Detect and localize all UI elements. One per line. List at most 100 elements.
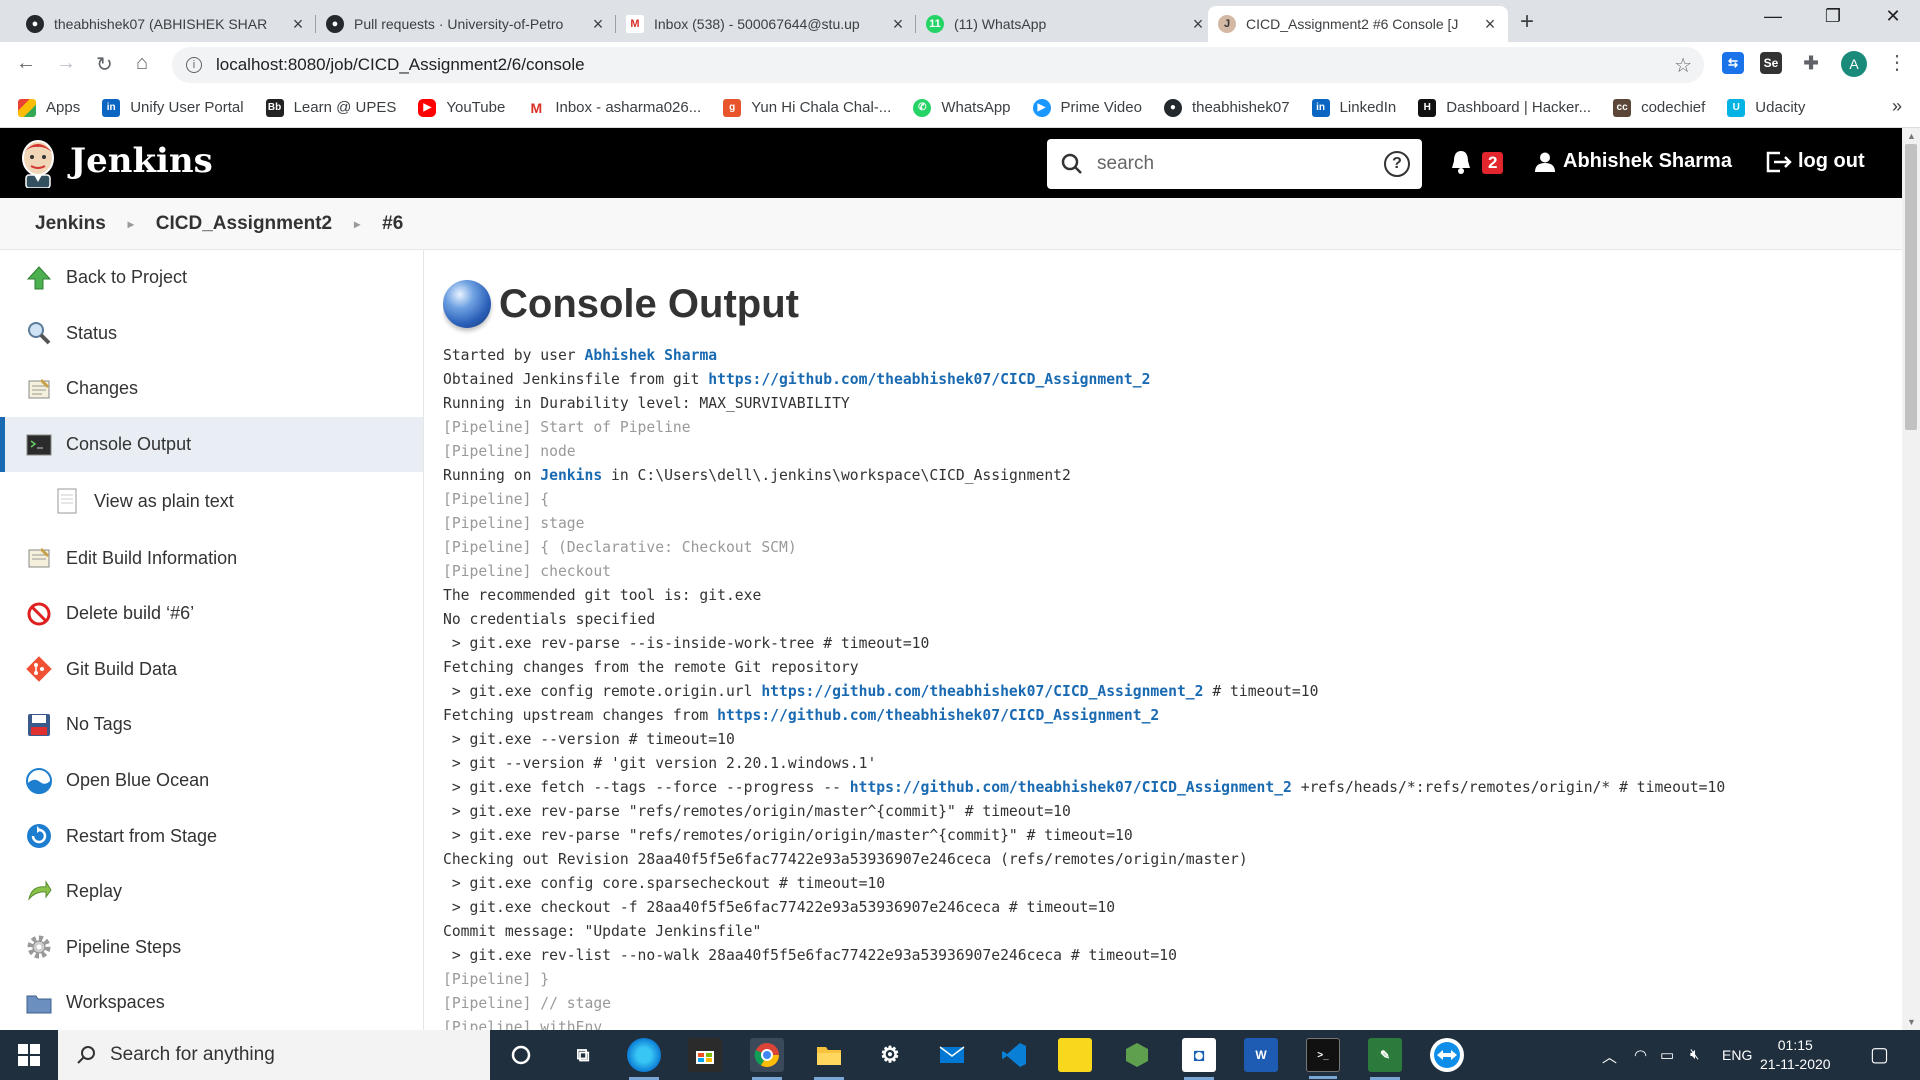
bookmark-star-icon[interactable]: ☆	[1674, 53, 1692, 78]
word-icon[interactable]: W	[1244, 1038, 1278, 1072]
show-hidden-icons-icon[interactable]: ︿	[1602, 1046, 1617, 1067]
windows-start-icon[interactable]	[18, 1044, 40, 1066]
minimize-icon[interactable]: —	[1750, 6, 1796, 27]
mail-icon[interactable]	[935, 1038, 969, 1072]
system-clock[interactable]: 01:15 21-11-2020	[1760, 1036, 1831, 1074]
sidebar-item-pipeline-steps[interactable]: Pipeline Steps	[0, 920, 423, 976]
nodejs-icon[interactable]	[1120, 1038, 1154, 1072]
scrollbar-thumb[interactable]	[1905, 144, 1917, 430]
sidebar-item-no-tags[interactable]: No Tags	[0, 697, 423, 753]
new-tab-button[interactable]: +	[1520, 8, 1534, 36]
sidebar-item-restart-from-stage[interactable]: Restart from Stage	[0, 808, 423, 864]
bookmark-apps[interactable]: Apps	[18, 98, 80, 117]
bookmark-youtube[interactable]: ▶ YouTube	[418, 98, 505, 117]
profile-avatar[interactable]: A	[1841, 51, 1867, 77]
store-icon[interactable]	[688, 1038, 722, 1072]
jenkins-title[interactable]: Jenkins	[70, 141, 213, 181]
sticky-notes-icon[interactable]	[1058, 1038, 1092, 1072]
browser-tab[interactable]: M Inbox (538) - 500067644@stu.up ×	[616, 6, 916, 42]
page-scrollbar[interactable]: ▲ ▼	[1902, 128, 1920, 1030]
sidebar-item-changes[interactable]: Changes	[0, 361, 423, 417]
notification-center-icon[interactable]: ▢	[1870, 1042, 1889, 1067]
sidebar-item-status[interactable]: Status	[0, 306, 423, 362]
jenkins-logo-icon[interactable]	[18, 138, 58, 188]
command-prompt-icon[interactable]: >_	[1306, 1038, 1340, 1079]
bookmark-prime-video[interactable]: ▶ Prime Video	[1032, 98, 1142, 117]
search-input[interactable]	[1097, 153, 1357, 175]
browser-tab[interactable]: 11 (11) WhatsApp ×	[916, 6, 1216, 42]
close-window-icon[interactable]: ✕	[1870, 6, 1916, 27]
notepad-plus-icon[interactable]: ✎	[1368, 1038, 1402, 1080]
site-info-icon[interactable]: i	[186, 57, 202, 73]
bookmark-learn-upes[interactable]: Bb Learn @ UPES	[265, 98, 396, 117]
sidebar-item-back-to-project[interactable]: Back to Project	[0, 250, 423, 306]
language-indicator[interactable]: ENG	[1722, 1047, 1752, 1063]
scroll-up-icon[interactable]: ▲	[1907, 131, 1916, 141]
breadcrumb-jenkins[interactable]: Jenkins	[35, 213, 106, 235]
file-explorer-icon[interactable]	[812, 1038, 846, 1080]
console-link[interactable]: https://github.com/theabhishek07/CICD_As…	[850, 779, 1292, 796]
breadcrumb-build[interactable]: #6	[382, 213, 403, 235]
address-bar[interactable]: i localhost:8080/job/CICD_Assignment2/6/…	[172, 47, 1704, 83]
back-arrow-icon[interactable]: ←	[16, 52, 36, 75]
chrome-icon[interactable]	[750, 1038, 784, 1080]
source-tree-icon[interactable]: ◘	[1182, 1038, 1216, 1080]
breadcrumb-job[interactable]: CICD_Assignment2	[156, 213, 332, 235]
scroll-down-icon[interactable]: ▼	[1907, 1017, 1916, 1027]
help-icon[interactable]: ?	[1384, 151, 1410, 177]
bookmark-udacity[interactable]: U Udacity	[1727, 98, 1805, 117]
close-tab-icon[interactable]: ×	[590, 14, 606, 35]
sidebar-item-replay[interactable]: Replay	[0, 864, 423, 920]
bookmark-genius[interactable]: g Yun Hi Chala Chal-...	[723, 98, 891, 117]
bookmark-unify-user-portal[interactable]: in Unify User Portal	[102, 98, 244, 117]
console-link[interactable]: Abhishek Sharma	[584, 347, 717, 364]
close-tab-icon[interactable]: ×	[1482, 14, 1498, 35]
user-menu[interactable]: Abhishek Sharma	[1535, 150, 1732, 173]
console-link[interactable]: Jenkins	[540, 467, 602, 484]
browser-tab-active[interactable]: J CICD_Assignment2 #6 Console [J ×	[1208, 6, 1508, 42]
home-icon[interactable]: ⌂	[136, 52, 148, 75]
sidebar-item-delete-build[interactable]: Delete build ‘#6’	[0, 586, 423, 642]
close-tab-icon[interactable]: ×	[290, 14, 306, 35]
bookmark-hackerrank[interactable]: H Dashboard | Hacker...	[1418, 98, 1591, 117]
breadcrumb-separator-icon[interactable]: ▸	[128, 217, 134, 231]
bookmark-linkedin[interactable]: in LinkedIn	[1311, 98, 1396, 117]
forward-arrow-icon[interactable]: →	[56, 52, 76, 75]
taskbar-search-box[interactable]: Search for anything	[58, 1030, 490, 1080]
notification-count-badge[interactable]: 2	[1482, 152, 1504, 174]
bookmark-whatsapp[interactable]: ✆ WhatsApp	[913, 98, 1011, 117]
teamviewer-icon[interactable]	[1430, 1038, 1464, 1072]
sidebar-item-edit-build-information[interactable]: Edit Build Information	[0, 530, 423, 586]
extensions-puzzle-icon[interactable]: ✚	[1800, 52, 1822, 74]
task-view-icon[interactable]: ⧉	[566, 1038, 600, 1072]
edge-icon[interactable]	[627, 1038, 661, 1080]
close-tab-icon[interactable]: ×	[1190, 14, 1206, 35]
selenium-extension-icon[interactable]: Se	[1760, 52, 1782, 74]
console-link[interactable]: https://github.com/theabhishek07/CICD_As…	[717, 707, 1159, 724]
wifi-icon[interactable]: ◠	[1634, 1046, 1647, 1064]
sidebar-item-workspaces[interactable]: Workspaces	[0, 975, 423, 1030]
close-tab-icon[interactable]: ×	[890, 14, 906, 35]
bookmark-codechief[interactable]: cc codechief	[1613, 98, 1705, 117]
vscode-icon[interactable]	[997, 1038, 1031, 1072]
cortana-icon[interactable]	[504, 1038, 538, 1072]
sidebar-item-view-as-plain-text[interactable]: View as plain text	[0, 472, 423, 530]
console-link[interactable]: https://github.com/theabhishek07/CICD_As…	[761, 683, 1203, 700]
bookmark-github[interactable]: ● theabhishek07	[1163, 98, 1290, 117]
restore-icon[interactable]: ❐	[1810, 6, 1856, 27]
translate-extension-icon[interactable]: ⇆	[1722, 52, 1744, 74]
speaker-muted-icon[interactable]: 🔇︎	[1690, 1046, 1699, 1063]
browser-menu-icon[interactable]: ⋮	[1887, 50, 1907, 75]
more-bookmarks-icon[interactable]: »	[1892, 96, 1902, 117]
logout-link[interactable]: log out	[1766, 150, 1865, 173]
browser-tab[interactable]: ● theabhishek07 (ABHISHEK SHAR ×	[16, 6, 316, 42]
bookmark-inbox[interactable]: M Inbox - asharma026...	[527, 98, 701, 117]
reload-icon[interactable]: ↻	[96, 52, 113, 77]
sidebar-item-git-build-data[interactable]: Git Build Data	[0, 642, 423, 698]
sidebar-item-open-blue-ocean[interactable]: Open Blue Ocean	[0, 753, 423, 809]
breadcrumb-separator-icon[interactable]: ▸	[354, 217, 360, 231]
settings-gear-icon[interactable]: ⚙	[873, 1038, 907, 1072]
battery-icon[interactable]: ▭	[1660, 1046, 1674, 1064]
browser-tab[interactable]: ● Pull requests · University-of-Petro ×	[316, 6, 616, 42]
sidebar-item-console-output[interactable]: Console Output	[0, 416, 423, 473]
